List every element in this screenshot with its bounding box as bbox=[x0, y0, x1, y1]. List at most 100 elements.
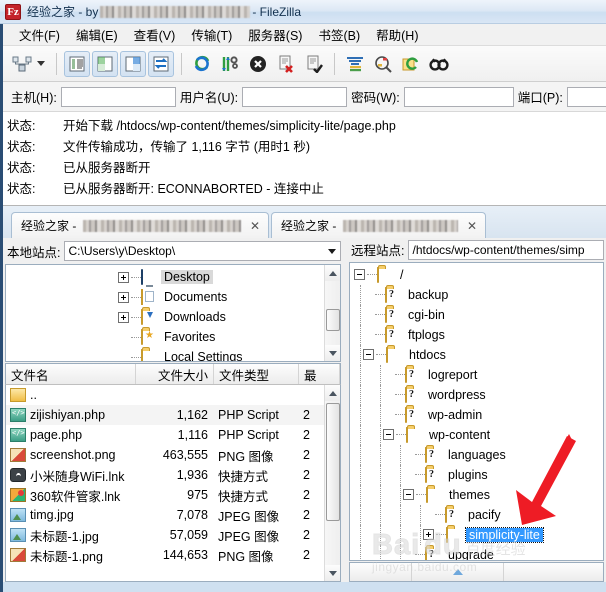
table-row[interactable]: screenshot.png 463,555 PNG 图像 2 bbox=[6, 445, 324, 465]
process-queue-icon[interactable] bbox=[217, 51, 243, 77]
column-header-filename[interactable]: 文件名 bbox=[6, 364, 136, 384]
toggle-remote-tree-icon[interactable] bbox=[120, 50, 146, 77]
remote-tree-node-backup[interactable]: ? backup bbox=[350, 284, 603, 305]
scroll-up-icon[interactable] bbox=[324, 265, 340, 281]
toggle-local-tree-icon[interactable] bbox=[92, 50, 118, 77]
scroll-down-icon[interactable] bbox=[324, 345, 340, 361]
local-directory-tree[interactable]: Desktop Documents Downloads ★ Favorites … bbox=[5, 264, 341, 362]
remote-column-header-2[interactable] bbox=[412, 562, 504, 581]
local-list-scrollbar[interactable] bbox=[324, 385, 340, 581]
remote-tree-node-wordpress[interactable]: ? wordpress bbox=[350, 384, 603, 405]
file-modified: 2 bbox=[303, 408, 310, 422]
expander-minus-icon[interactable] bbox=[383, 429, 394, 441]
expander-plus-icon[interactable] bbox=[118, 271, 129, 283]
tab-site-1[interactable]: 经验之家 - ✕ bbox=[11, 212, 269, 238]
username-input[interactable] bbox=[242, 86, 348, 107]
remote-tree-node-wp-content[interactable]: wp-content bbox=[350, 424, 603, 445]
compare-directories-icon[interactable] bbox=[370, 51, 396, 77]
menu-help[interactable]: 帮助(H) bbox=[368, 23, 426, 46]
remote-tree-node-root[interactable]: / bbox=[350, 265, 603, 285]
log-row-key: 状态: bbox=[7, 140, 36, 154]
remote-directory-tree[interactable]: / ? backup ? cgi-bin ? ftplogs htdocs ? … bbox=[349, 261, 604, 561]
expander-minus-icon[interactable] bbox=[354, 269, 365, 281]
remote-tree-node-ftplogs[interactable]: ? ftplogs bbox=[350, 324, 603, 345]
toggle-message-log-icon[interactable] bbox=[64, 50, 90, 77]
disconnect-icon[interactable] bbox=[273, 51, 299, 77]
local-tree-node[interactable]: ★ Favorites bbox=[6, 327, 324, 347]
local-tree-node[interactable]: Desktop bbox=[6, 267, 324, 287]
remote-tree-node-pacify[interactable]: ? pacify bbox=[350, 504, 603, 525]
remote-tree-node-languages[interactable]: ? languages bbox=[350, 444, 603, 465]
table-row[interactable]: 360软件管家.lnk 975 快捷方式 2 bbox=[6, 485, 324, 505]
expander-minus-icon[interactable] bbox=[403, 489, 414, 501]
remote-tree-node-plugins[interactable]: ? plugins bbox=[350, 464, 603, 485]
menu-view[interactable]: 查看(V) bbox=[126, 23, 184, 46]
expander-plus-icon[interactable] bbox=[423, 529, 434, 541]
remote-column-header-1[interactable] bbox=[350, 562, 412, 581]
up-folder-icon bbox=[10, 388, 26, 402]
scroll-thumb[interactable] bbox=[326, 309, 340, 331]
remote-tree-node-htdocs[interactable]: htdocs bbox=[350, 344, 603, 365]
tab-site-1-close-icon[interactable]: ✕ bbox=[248, 219, 262, 233]
table-row[interactable]: page.php 1,116 PHP Script 2 bbox=[6, 425, 324, 445]
find-files-icon[interactable] bbox=[426, 51, 452, 77]
expander-minus-icon[interactable] bbox=[363, 349, 374, 361]
log-row-text: 开始下载 /htdocs/wp-content/themes/simplicit… bbox=[63, 119, 396, 133]
remote-tree-node-wp-admin[interactable]: ? wp-admin bbox=[350, 404, 603, 425]
remote-tree-node-upgrade[interactable]: ? upgrade bbox=[350, 544, 603, 560]
remote-tree-node-simplicity-lite[interactable]: simplicity-lite bbox=[350, 524, 603, 545]
local-site-combo[interactable]: C:\Users\y\Desktop\ bbox=[64, 241, 341, 261]
column-header-modified[interactable]: 最 bbox=[299, 364, 340, 384]
site-manager-icon[interactable] bbox=[9, 51, 35, 77]
reconnect-icon[interactable] bbox=[301, 51, 327, 77]
local-file-list[interactable]: .. zijishiyan.php 1,162 PHP Script bbox=[5, 385, 341, 582]
menu-edit[interactable]: 编辑(E) bbox=[68, 23, 126, 46]
expander-plus-icon[interactable] bbox=[118, 311, 129, 323]
table-row[interactable]: 未标题-1.png 144,653 PNG 图像 2 bbox=[6, 545, 324, 565]
local-tree-node[interactable]: Documents bbox=[6, 287, 324, 307]
table-row[interactable]: 小米随身WiFi.lnk 1,936 快捷方式 2 bbox=[6, 465, 324, 485]
dropdown-caret-icon[interactable] bbox=[37, 61, 45, 66]
file-size: 57,059 bbox=[169, 528, 208, 542]
quickconnect-bar: 主机(H): 用户名(U): 密码(W): 端口(P): bbox=[0, 82, 606, 112]
tab-site-2[interactable]: 经验之家 - ✕ bbox=[271, 212, 486, 238]
remote-tree-node-themes[interactable]: themes bbox=[350, 484, 603, 505]
expander-plus-icon[interactable] bbox=[118, 291, 129, 303]
scroll-thumb[interactable] bbox=[326, 403, 340, 521]
table-row[interactable]: 未标题-1.jpg 57,059 JPEG 图像 2 bbox=[6, 525, 324, 545]
table-row[interactable]: timg.jpg 7,078 JPEG 图像 2 bbox=[6, 505, 324, 525]
column-header-filesize[interactable]: 文件大小 bbox=[136, 364, 214, 384]
host-input[interactable] bbox=[60, 86, 176, 107]
tab-site-2-close-icon[interactable]: ✕ bbox=[465, 219, 479, 233]
column-header-filetype[interactable]: 文件类型 bbox=[214, 364, 299, 384]
toggle-transfer-queue-icon[interactable] bbox=[148, 50, 174, 77]
remote-file-list-header[interactable] bbox=[349, 561, 604, 582]
remote-tree-node-logreport[interactable]: ? logreport bbox=[350, 364, 603, 385]
local-tree-node[interactable]: Local Settings bbox=[6, 347, 324, 361]
log-row-text: 文件传输成功，传输了 1,116 字节 (用时1 秒) bbox=[63, 140, 311, 154]
table-row[interactable]: zijishiyan.php 1,162 PHP Script 2 bbox=[6, 405, 324, 425]
remote-site-path-box[interactable]: /htdocs/wp-content/themes/simp bbox=[408, 239, 604, 260]
local-tree-node[interactable]: Downloads bbox=[6, 307, 324, 327]
remote-column-header-3[interactable] bbox=[504, 563, 603, 581]
message-log[interactable]: 状态: 开始下载 /htdocs/wp-content/themes/simpl… bbox=[0, 112, 606, 206]
local-tree-scrollbar[interactable] bbox=[324, 265, 340, 361]
scroll-up-icon[interactable] bbox=[324, 385, 340, 401]
menu-transfer[interactable]: 传输(T) bbox=[183, 23, 240, 46]
refresh-icon[interactable] bbox=[189, 51, 215, 77]
port-input[interactable] bbox=[566, 86, 606, 107]
file-type: PHP Script bbox=[218, 408, 279, 422]
synchronized-browsing-icon[interactable] bbox=[398, 51, 424, 77]
scroll-down-icon[interactable] bbox=[324, 565, 340, 581]
menu-server[interactable]: 服务器(S) bbox=[240, 23, 310, 46]
unknown-folder-icon: ? bbox=[425, 546, 441, 560]
chevron-down-icon[interactable] bbox=[324, 248, 340, 254]
table-row[interactable]: .. bbox=[6, 385, 324, 405]
cancel-icon[interactable] bbox=[245, 51, 271, 77]
menu-file[interactable]: 文件(F) bbox=[11, 23, 68, 46]
filter-icon[interactable] bbox=[342, 51, 368, 77]
menu-bookmarks[interactable]: 书签(B) bbox=[310, 23, 368, 46]
remote-tree-node-cgi-bin[interactable]: ? cgi-bin bbox=[350, 304, 603, 325]
file-type: 快捷方式 bbox=[218, 469, 269, 484]
password-input[interactable] bbox=[403, 86, 514, 107]
